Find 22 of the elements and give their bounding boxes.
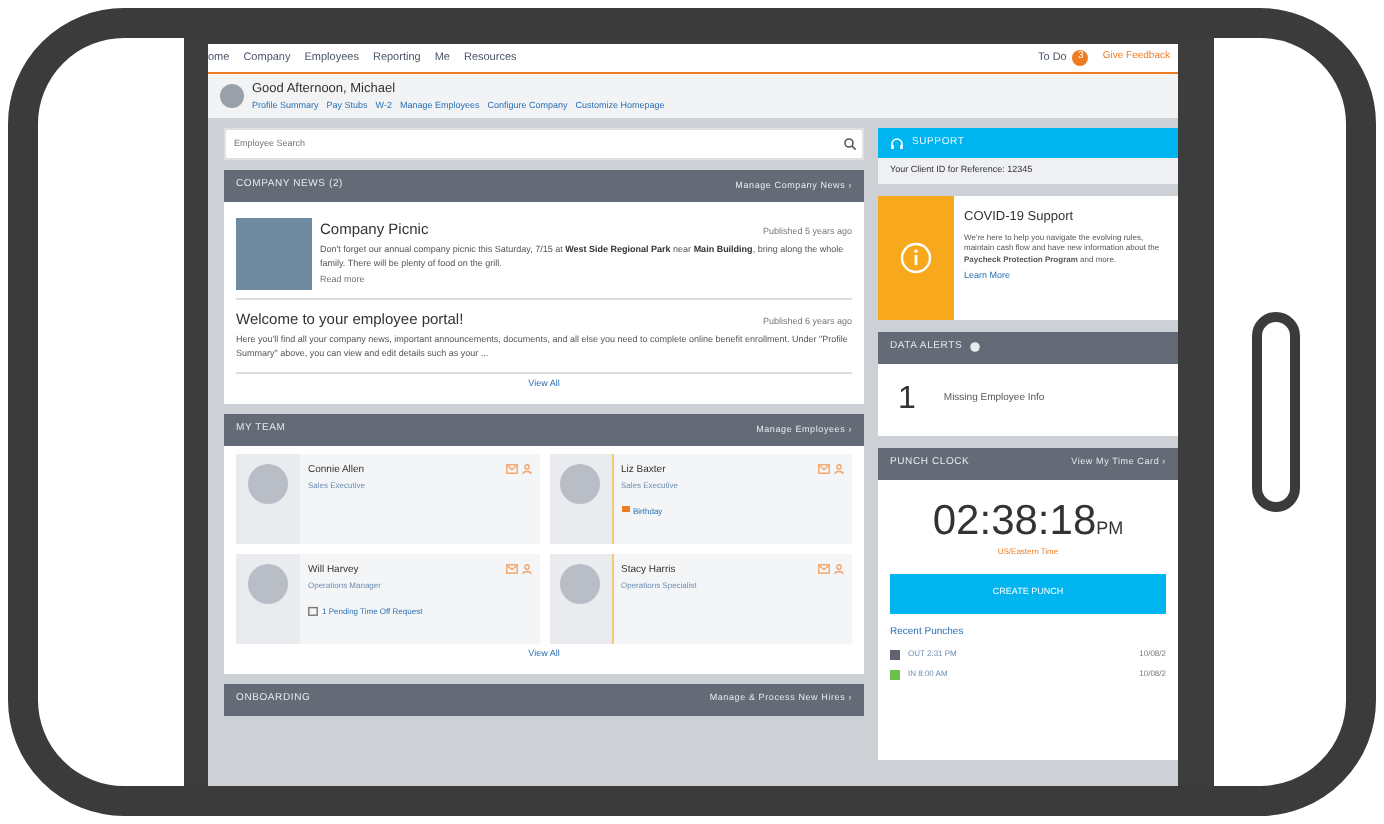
avatar: [560, 464, 600, 505]
search-icon: [844, 138, 856, 150]
person-icon: [834, 564, 844, 575]
flag-icon: [621, 506, 629, 517]
photo-placeholder: [236, 218, 312, 290]
envelope-icon: [505, 564, 517, 575]
headset-icon: [890, 137, 904, 149]
envelope-icon: [818, 564, 830, 575]
person-icon: [521, 464, 531, 475]
avatar: [248, 564, 288, 605]
avatar: [560, 564, 600, 605]
clock-time: 02:38:18PM: [930, 495, 1126, 542]
alert-count: 1: [898, 379, 916, 420]
envelope-icon: [818, 464, 830, 475]
avatar: [220, 84, 244, 108]
info-icon: [900, 241, 932, 274]
person-icon: [834, 464, 844, 475]
avatar: [248, 464, 288, 505]
envelope-icon: [505, 464, 517, 475]
calendar-icon: [308, 606, 318, 617]
person-icon: [521, 564, 531, 575]
help-icon: [970, 342, 981, 353]
